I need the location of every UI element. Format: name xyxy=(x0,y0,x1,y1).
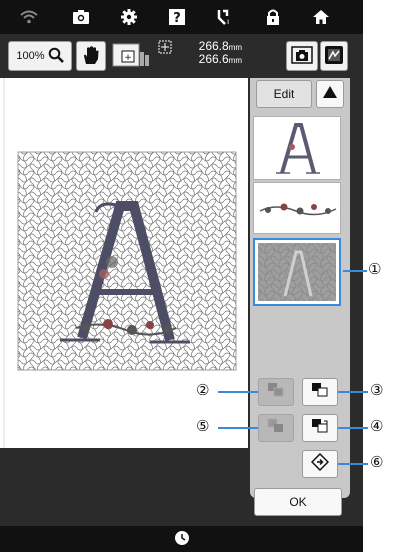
camera-icon[interactable] xyxy=(70,7,92,27)
collapse-button[interactable] xyxy=(316,80,344,108)
frame-icon xyxy=(324,45,344,68)
bring-to-front-button[interactable] xyxy=(302,414,338,442)
callout-line-5 xyxy=(218,427,258,429)
height-readout: 266.6mm xyxy=(182,53,242,67)
layer-down-button[interactable] xyxy=(258,378,294,406)
send-to-back-button[interactable] xyxy=(258,414,294,442)
help-icon[interactable]: ? xyxy=(166,7,188,27)
hand-icon xyxy=(82,45,100,68)
callout-6: ⑥ xyxy=(370,453,384,471)
stipple-thumbnail-image xyxy=(258,243,336,301)
layer-up-button[interactable] xyxy=(302,378,338,406)
width-unit: mm xyxy=(228,43,242,52)
letter-thumbnail-image xyxy=(276,123,320,174)
callout-line-6 xyxy=(338,463,368,465)
layers-to-back-icon xyxy=(266,417,286,440)
callout-line-4 xyxy=(338,427,368,429)
clock-icon[interactable] xyxy=(174,530,190,551)
layers-front-icon xyxy=(310,381,330,404)
wifi-icon[interactable] xyxy=(18,7,40,27)
view-toolbar: 100% + 266.8mm 266.6mm xyxy=(0,34,363,78)
height-value: 266.6 xyxy=(198,52,229,66)
lock-icon[interactable] xyxy=(262,7,284,27)
svg-text:+: + xyxy=(124,53,132,63)
scan-button[interactable] xyxy=(286,41,318,71)
camera-frame-icon xyxy=(291,45,313,67)
embroidery-frame-button[interactable] xyxy=(320,41,348,71)
gear-icon[interactable] xyxy=(118,7,140,27)
layout-button[interactable]: + xyxy=(110,41,152,71)
edit-button[interactable]: Edit xyxy=(256,80,312,108)
pattern-thumbnail-stipple-selected[interactable] xyxy=(253,238,341,306)
callout-line-1 xyxy=(343,270,367,272)
callout-2: ② xyxy=(196,381,210,399)
embroidery-preview xyxy=(0,78,248,448)
top-bar: ? ı xyxy=(0,0,363,34)
callout-3: ③ xyxy=(370,381,384,399)
pattern-size-readout: 266.8mm 266.6mm xyxy=(152,39,272,73)
layout-icon: + xyxy=(112,42,150,71)
diamond-arrow-icon xyxy=(310,452,330,476)
callout-4: ④ xyxy=(370,417,384,435)
svg-text:?: ? xyxy=(173,11,181,26)
callout-line-2 xyxy=(218,391,258,393)
vine-thumbnail-image xyxy=(259,203,337,216)
arrange-button[interactable] xyxy=(302,450,338,478)
layers-to-front-icon xyxy=(310,417,330,440)
callout-1: ① xyxy=(368,260,382,278)
callout-5: ⑤ xyxy=(196,417,210,435)
pattern-thumbnail-vine[interactable] xyxy=(253,182,341,234)
height-unit: mm xyxy=(228,56,242,65)
callout-line-3 xyxy=(338,391,368,393)
zoom-button[interactable]: 100% xyxy=(8,41,72,71)
size-icon xyxy=(158,40,172,57)
footer-bar xyxy=(0,526,363,552)
pattern-thumbnail-letter[interactable] xyxy=(253,116,341,180)
bottom-area xyxy=(0,448,248,526)
embroidery-edit-screen: { "toolbar": { "zoom_label": "100%", "si… xyxy=(0,0,403,552)
svg-text:ı: ı xyxy=(227,17,229,26)
ok-button[interactable]: OK xyxy=(254,488,342,516)
pan-button[interactable] xyxy=(76,41,106,71)
layers-back-icon xyxy=(266,381,286,404)
embroidery-canvas[interactable] xyxy=(0,78,248,448)
width-value: 266.8 xyxy=(198,39,229,53)
zoom-level: 100% xyxy=(16,50,45,62)
needle-icon[interactable]: ı xyxy=(212,7,234,27)
triangle-up-icon xyxy=(322,85,338,104)
magnifier-icon xyxy=(48,47,64,66)
home-icon[interactable] xyxy=(310,7,332,27)
